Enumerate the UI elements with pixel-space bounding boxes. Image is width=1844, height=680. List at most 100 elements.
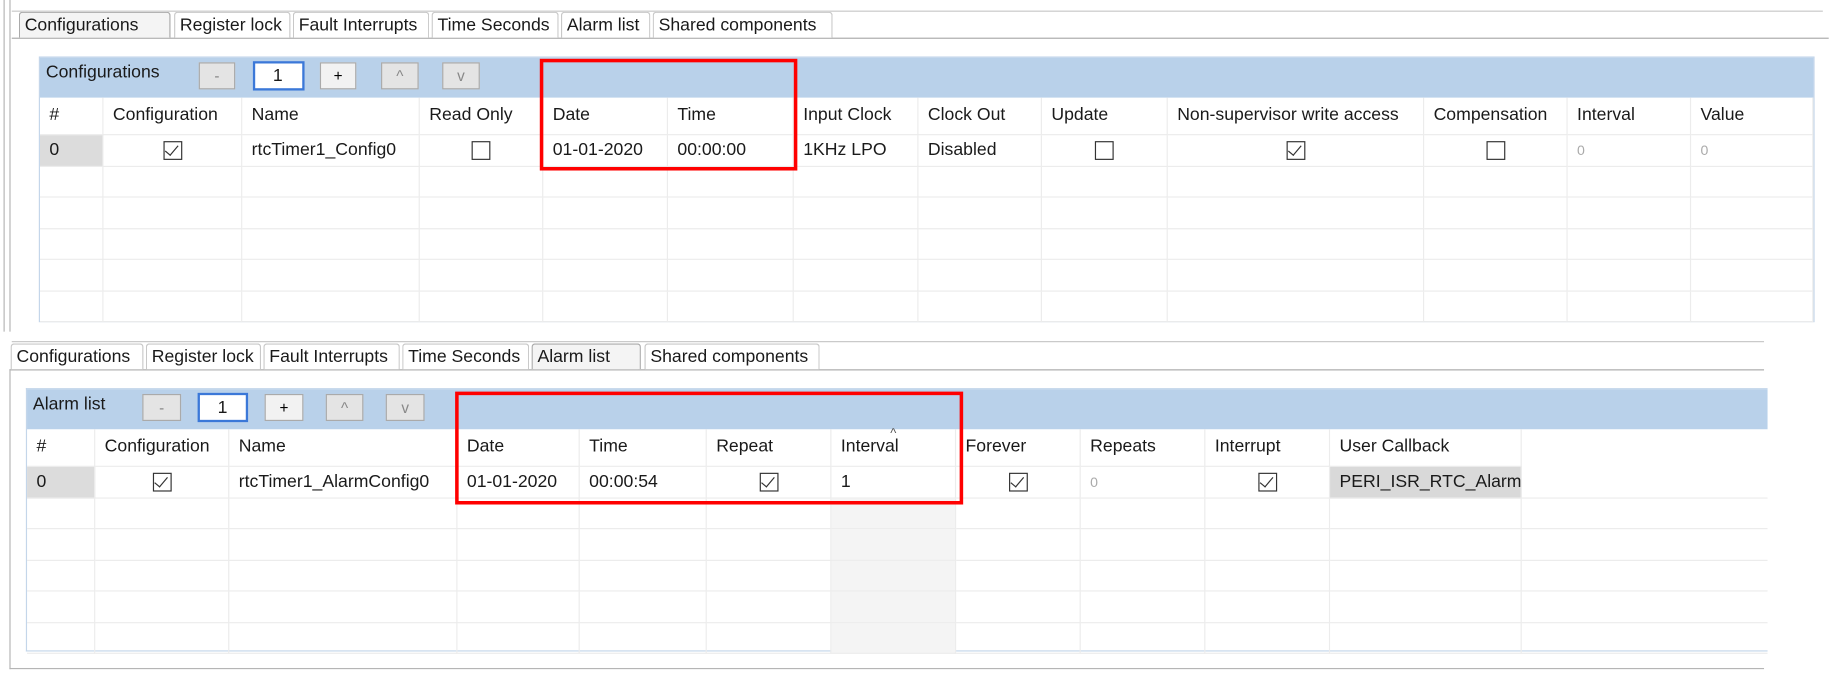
empty-cell[interactable]	[1205, 498, 1331, 530]
empty-cell[interactable]	[1167, 228, 1425, 260]
empty-cell[interactable]	[1080, 622, 1206, 654]
count-input[interactable]: 1	[252, 61, 305, 91]
empty-cell[interactable]	[1330, 560, 1522, 592]
empty-cell[interactable]	[1080, 529, 1206, 561]
empty-cell[interactable]	[1205, 560, 1331, 592]
empty-cell[interactable]	[1041, 228, 1168, 260]
checkbox-update[interactable]	[1094, 141, 1114, 160]
cell-name[interactable]: rtcTimer1_Config0	[242, 135, 420, 167]
empty-cell[interactable]	[242, 197, 420, 229]
tab-configurations[interactable]: Configurations	[10, 343, 144, 370]
empty-cell[interactable]	[27, 591, 96, 623]
move-up-button[interactable]: ^	[325, 393, 364, 422]
empty-cell[interactable]	[579, 591, 707, 623]
empty-cell[interactable]	[95, 591, 230, 623]
empty-cell[interactable]	[579, 622, 707, 654]
empty-cell[interactable]	[1080, 560, 1206, 592]
empty-cell[interactable]	[1041, 259, 1168, 292]
empty-cell[interactable]	[457, 622, 580, 654]
add-button[interactable]: +	[319, 62, 357, 90]
empty-cell[interactable]	[1691, 259, 1814, 292]
tab-alarm-list[interactable]: Alarm list	[560, 11, 651, 38]
cell-update[interactable]	[1041, 135, 1168, 167]
add-button[interactable]: +	[264, 393, 304, 422]
cell-configuration[interactable]	[103, 135, 243, 167]
empty-cell[interactable]	[1167, 259, 1425, 292]
empty-cell[interactable]	[27, 529, 96, 561]
cell-repeats[interactable]: 0	[1080, 466, 1206, 499]
empty-cell[interactable]	[667, 228, 794, 260]
empty-cell[interactable]	[103, 166, 243, 198]
empty-cell[interactable]	[1567, 259, 1692, 292]
empty-cell[interactable]	[1567, 197, 1692, 229]
empty-cell[interactable]	[229, 498, 458, 530]
tab-register-lock[interactable]: Register lock	[145, 343, 262, 370]
empty-cell[interactable]	[956, 560, 1081, 592]
column-header-configuration[interactable]: Configuration	[95, 429, 230, 467]
empty-cell[interactable]	[667, 259, 794, 292]
cell-index[interactable]: 0	[27, 466, 96, 499]
empty-cell[interactable]	[956, 529, 1081, 561]
empty-cell[interactable]	[229, 591, 458, 623]
cell-name[interactable]: rtcTimer1_AlarmConfig0	[229, 466, 458, 499]
checkbox-forever[interactable]	[1008, 472, 1028, 492]
cell-index[interactable]: 0	[39, 135, 104, 167]
remove-button[interactable]: -	[142, 393, 182, 422]
empty-cell[interactable]	[242, 228, 420, 260]
empty-cell[interactable]	[419, 197, 544, 229]
empty-cell[interactable]	[419, 259, 544, 292]
empty-cell[interactable]	[95, 560, 230, 592]
cell-forever[interactable]	[956, 466, 1081, 499]
empty-cell[interactable]	[39, 166, 104, 198]
column-header-configuration[interactable]: Configuration	[103, 97, 243, 136]
tab-shared-components[interactable]: Shared components	[652, 11, 833, 38]
empty-cell[interactable]	[1691, 166, 1814, 198]
empty-cell[interactable]	[229, 560, 458, 592]
column-header-interval[interactable]: Interval	[1567, 97, 1692, 136]
empty-cell[interactable]	[1424, 228, 1568, 260]
empty-cell[interactable]	[706, 529, 832, 561]
checkbox-configuration[interactable]	[162, 141, 182, 160]
column-header-name[interactable]: Name	[242, 97, 420, 136]
empty-cell[interactable]	[229, 622, 458, 654]
empty-cell[interactable]	[27, 622, 96, 654]
empty-cell[interactable]	[103, 291, 243, 323]
empty-cell[interactable]	[667, 166, 794, 198]
cell-user-callback[interactable]: PERI_ISR_RTC_Alarm	[1330, 466, 1522, 499]
empty-cell[interactable]	[956, 591, 1081, 623]
empty-cell[interactable]	[918, 228, 1042, 260]
empty-cell[interactable]	[543, 197, 668, 229]
empty-cell[interactable]	[1567, 166, 1692, 198]
empty-cell[interactable]	[543, 291, 668, 323]
remove-button[interactable]: -	[198, 62, 236, 90]
column-header-update[interactable]: Update	[1041, 97, 1168, 136]
empty-cell[interactable]	[1424, 259, 1568, 292]
checkbox-interrupt[interactable]	[1257, 472, 1277, 492]
empty-cell[interactable]	[667, 291, 794, 323]
tab-time-seconds[interactable]: Time Seconds	[402, 343, 530, 370]
count-input[interactable]: 1	[197, 392, 249, 423]
empty-cell[interactable]	[956, 622, 1081, 654]
empty-cell[interactable]	[457, 560, 580, 592]
empty-cell[interactable]	[103, 228, 243, 260]
empty-cell[interactable]	[1205, 591, 1331, 623]
checkbox-compensation[interactable]	[1485, 141, 1505, 160]
empty-cell[interactable]	[706, 622, 832, 654]
empty-cell[interactable]	[27, 560, 96, 592]
empty-cell[interactable]	[543, 166, 668, 198]
empty-cell[interactable]	[918, 166, 1042, 198]
column-header-value[interactable]: Value	[1691, 97, 1814, 136]
column-header-index[interactable]: #	[27, 429, 96, 467]
empty-cell[interactable]	[793, 197, 919, 229]
empty-cell[interactable]	[543, 228, 668, 260]
empty-cell[interactable]	[793, 291, 919, 323]
empty-cell[interactable]	[1424, 166, 1568, 198]
empty-cell[interactable]	[579, 560, 707, 592]
empty-cell[interactable]	[1691, 228, 1814, 260]
empty-cell[interactable]	[831, 560, 957, 592]
empty-cell[interactable]	[1041, 291, 1168, 323]
empty-cell[interactable]	[1080, 591, 1206, 623]
empty-cell[interactable]	[918, 259, 1042, 292]
empty-cell[interactable]	[918, 291, 1042, 323]
empty-cell[interactable]	[103, 259, 243, 292]
